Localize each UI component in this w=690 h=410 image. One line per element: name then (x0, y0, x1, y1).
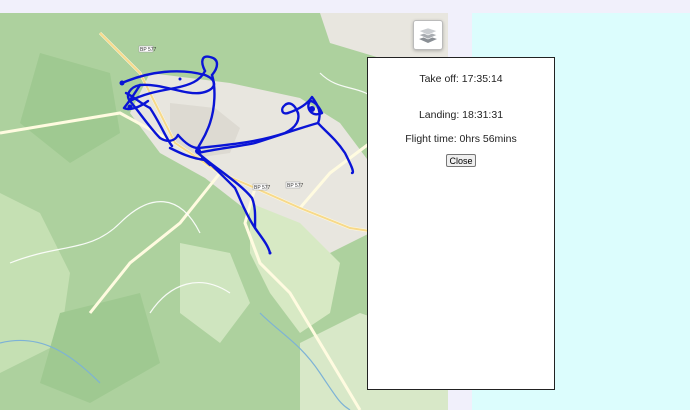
road-label: BP 577 (254, 185, 271, 191)
close-button[interactable]: Close (446, 154, 476, 167)
layers-icon (418, 27, 438, 43)
flight-duration: Flight time: 0hrs 56mins (405, 133, 517, 145)
flight-info-popup: Take off: 17:35:14 Landing: 18:31:31 Fli… (367, 57, 555, 390)
road-label: BP 577 (287, 183, 304, 189)
landing-time: Landing: 18:31:31 (418, 109, 504, 121)
layers-control-button[interactable] (413, 20, 443, 50)
takeoff-time: Take off: 17:35:14 (419, 73, 503, 85)
road-label: BP 577 (140, 47, 157, 53)
